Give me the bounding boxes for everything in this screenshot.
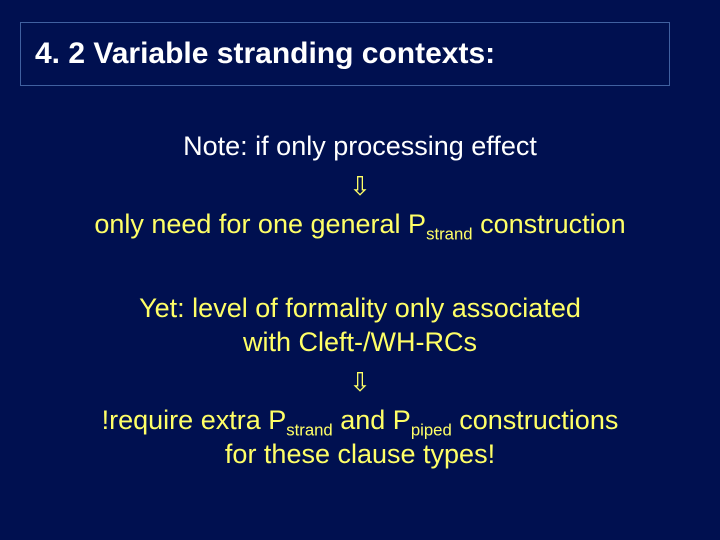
note-line: Note: if only processing effect [0, 130, 720, 164]
slide: 4. 2 Variable stranding contexts: Note: … [0, 0, 720, 540]
slide-title: 4. 2 Variable stranding contexts: [35, 37, 655, 71]
req-pre: !require extra P [102, 405, 287, 435]
need-post: construction [473, 209, 626, 239]
title-box: 4. 2 Variable stranding contexts: [20, 22, 670, 86]
slide-content: Note: if only processing effect ⇩ only n… [0, 130, 720, 472]
yet-line-1: Yet: level of formality only associated [0, 292, 720, 326]
need-line: only need for one general Pstrand constr… [0, 208, 720, 242]
need-subscript: strand [426, 225, 473, 244]
req-mid: and P [333, 405, 411, 435]
down-arrow-icon: ⇩ [0, 366, 720, 399]
require-line-2: for these clause types! [0, 438, 720, 472]
yet-line-2: with Cleft-/WH-RCs [0, 326, 720, 360]
req-sub2: piped [411, 420, 452, 439]
need-pre: only need for one general P [94, 209, 426, 239]
req-post: constructions [452, 405, 619, 435]
require-line-1: !require extra Pstrand and Ppiped constr… [0, 404, 720, 438]
req-sub1: strand [286, 420, 333, 439]
down-arrow-icon: ⇩ [0, 170, 720, 203]
